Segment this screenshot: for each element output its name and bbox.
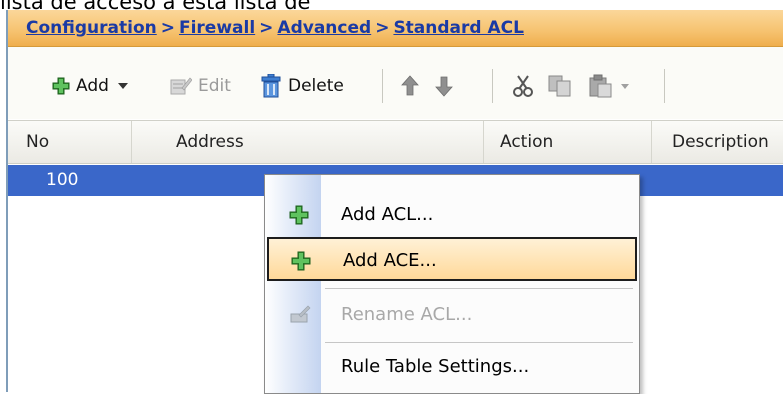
header-bar: Configuration > Firewall > Advanced > Standard…	[8, 10, 783, 47]
breadcrumb-firewall[interactable]: Firewall	[179, 18, 255, 38]
delete-button[interactable]: Delete	[260, 74, 344, 98]
arrow-up-icon	[401, 75, 419, 96]
move-up-button[interactable]	[400, 75, 420, 97]
breadcrumb-separator: >	[259, 18, 274, 38]
toolbar-separator	[382, 69, 383, 103]
column-header-no[interactable]: No	[8, 121, 132, 163]
add-button-label: Add	[76, 76, 109, 96]
move-down-button[interactable]	[434, 75, 454, 97]
menu-item-rule-table-settings[interactable]: Rule Table Settings...	[267, 345, 637, 389]
breadcrumb: Configuration > Firewall > Advanced > Standard…	[26, 18, 524, 38]
breadcrumb-separator: >	[375, 18, 390, 38]
menu-item-label: Add ACE...	[343, 250, 437, 271]
green-plus-icon	[291, 251, 311, 271]
rename-icon	[290, 305, 311, 323]
menu-item-add-ace[interactable]: Add ACE...	[267, 237, 637, 281]
green-plus-icon	[289, 205, 309, 225]
table-header: No Address Action Description	[8, 120, 783, 164]
edit-icon	[170, 77, 192, 95]
breadcrumb-separator: >	[160, 18, 175, 38]
dropdown-arrow-icon[interactable]	[620, 81, 630, 91]
edit-button[interactable]: Edit	[170, 75, 231, 97]
green-plus-icon	[52, 77, 70, 95]
breadcrumb-configuration[interactable]: Configuration	[26, 18, 157, 38]
delete-button-label: Delete	[288, 76, 344, 96]
row-number: 100	[46, 170, 79, 190]
cut-button[interactable]	[512, 75, 534, 97]
toolbar-separator	[492, 69, 493, 103]
menu-item-label: Add ACL...	[341, 204, 434, 225]
breadcrumb-advanced[interactable]: Advanced	[277, 18, 371, 38]
paste-icon	[589, 74, 612, 98]
menu-item-label: Rename ACL...	[341, 304, 473, 325]
menu-item-label: Rule Table Settings...	[341, 356, 530, 377]
menu-item-add-acl[interactable]: Add ACL...	[267, 193, 637, 237]
edit-button-label: Edit	[198, 76, 231, 96]
copy-button[interactable]	[548, 75, 572, 97]
toolbar: Add Edit Delete	[8, 47, 783, 119]
scissors-icon	[513, 75, 533, 97]
breadcrumb-standard-acl[interactable]: Standard ACL	[393, 18, 524, 38]
trash-icon	[261, 74, 281, 98]
menu-separator	[325, 342, 633, 343]
context-menu: Add ACL... Add ACE... Rename ACL... Rule…	[264, 174, 640, 394]
menu-item-rename-acl[interactable]: Rename ACL...	[267, 293, 637, 337]
column-header-description[interactable]: Description	[652, 121, 783, 163]
paste-button[interactable]	[588, 74, 630, 98]
toolbar-separator	[664, 69, 665, 103]
add-button[interactable]: Add	[52, 75, 129, 97]
column-header-address[interactable]: Address	[132, 121, 484, 163]
arrow-down-icon	[435, 76, 453, 97]
dropdown-arrow-icon[interactable]	[117, 81, 129, 91]
copy-icon	[548, 75, 571, 97]
menu-separator	[325, 288, 633, 289]
column-header-action[interactable]: Action	[484, 121, 652, 163]
